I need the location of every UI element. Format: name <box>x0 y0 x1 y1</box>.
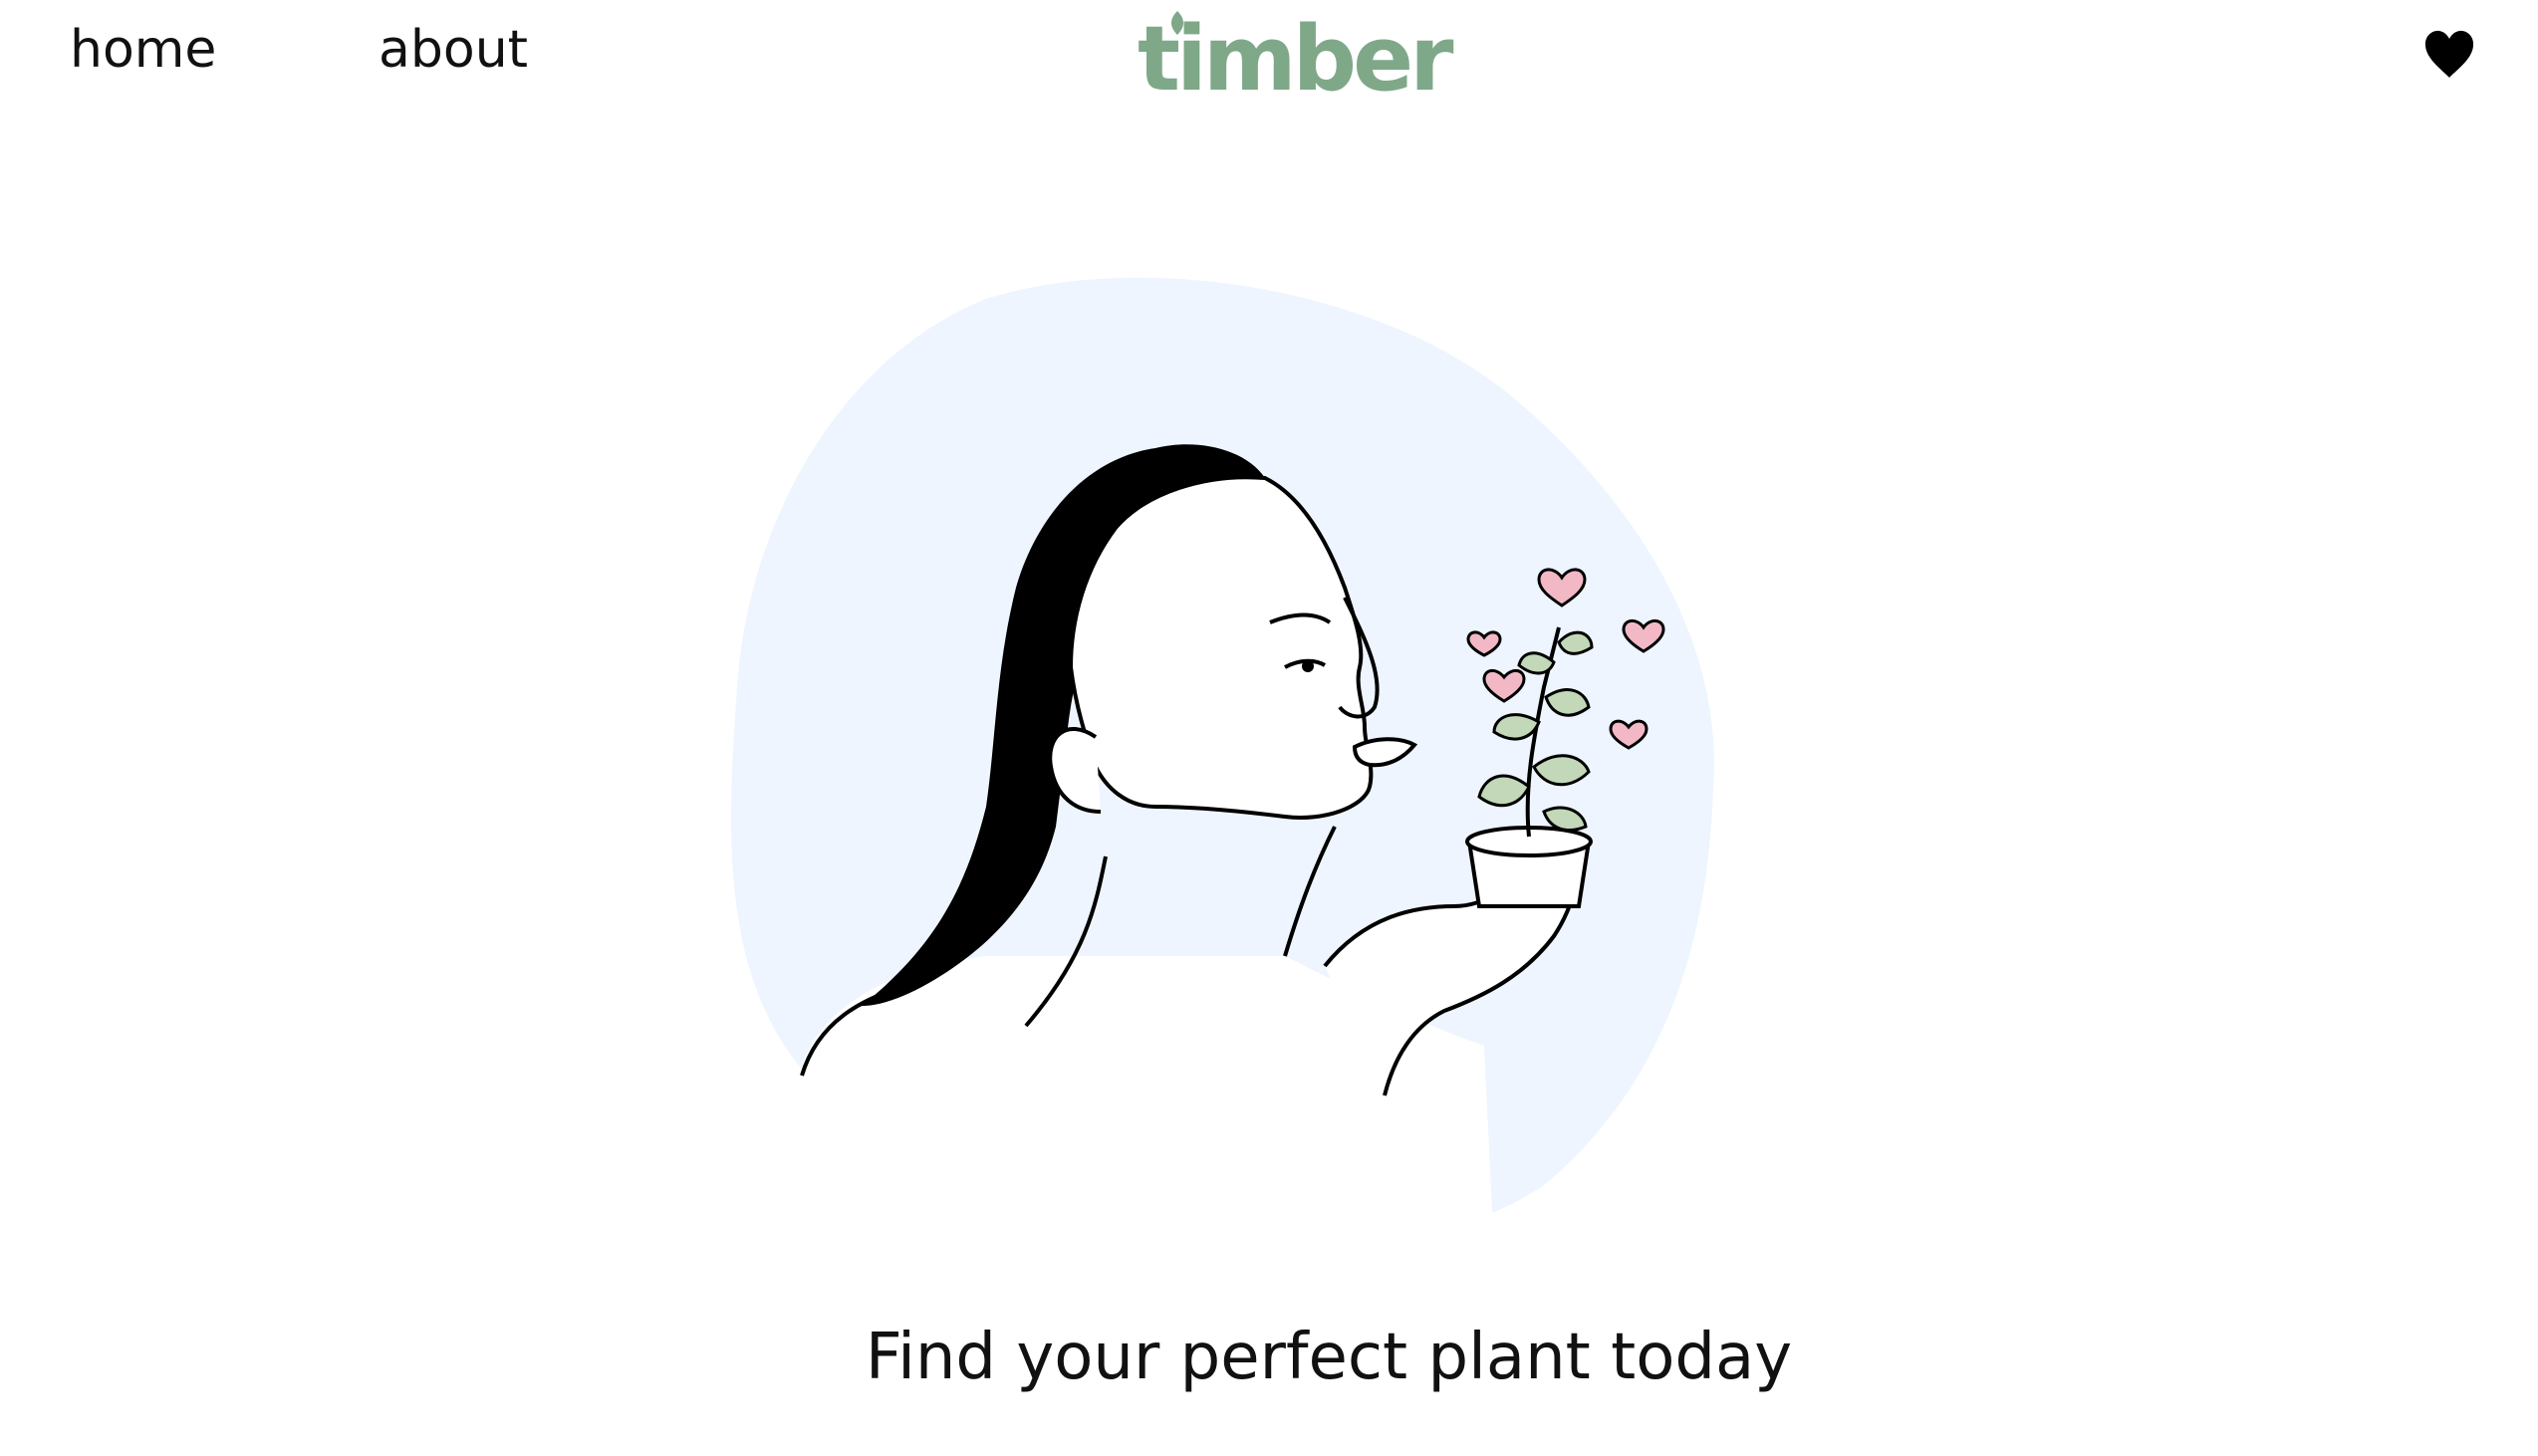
favorites-button[interactable] <box>2420 26 2478 84</box>
nav-about-link[interactable]: about <box>379 12 528 88</box>
timber-logo[interactable]: timber <box>1138 0 1453 112</box>
heart-icon <box>2424 30 2474 78</box>
leaf-icon <box>1170 11 1184 35</box>
nav-home-link[interactable]: home <box>70 12 216 88</box>
hero-tagline: Find your perfect plant today <box>865 1321 1793 1394</box>
page: home about timber Find your perfect plan… <box>0 0 2538 1456</box>
hero-illustration <box>730 277 1714 1255</box>
